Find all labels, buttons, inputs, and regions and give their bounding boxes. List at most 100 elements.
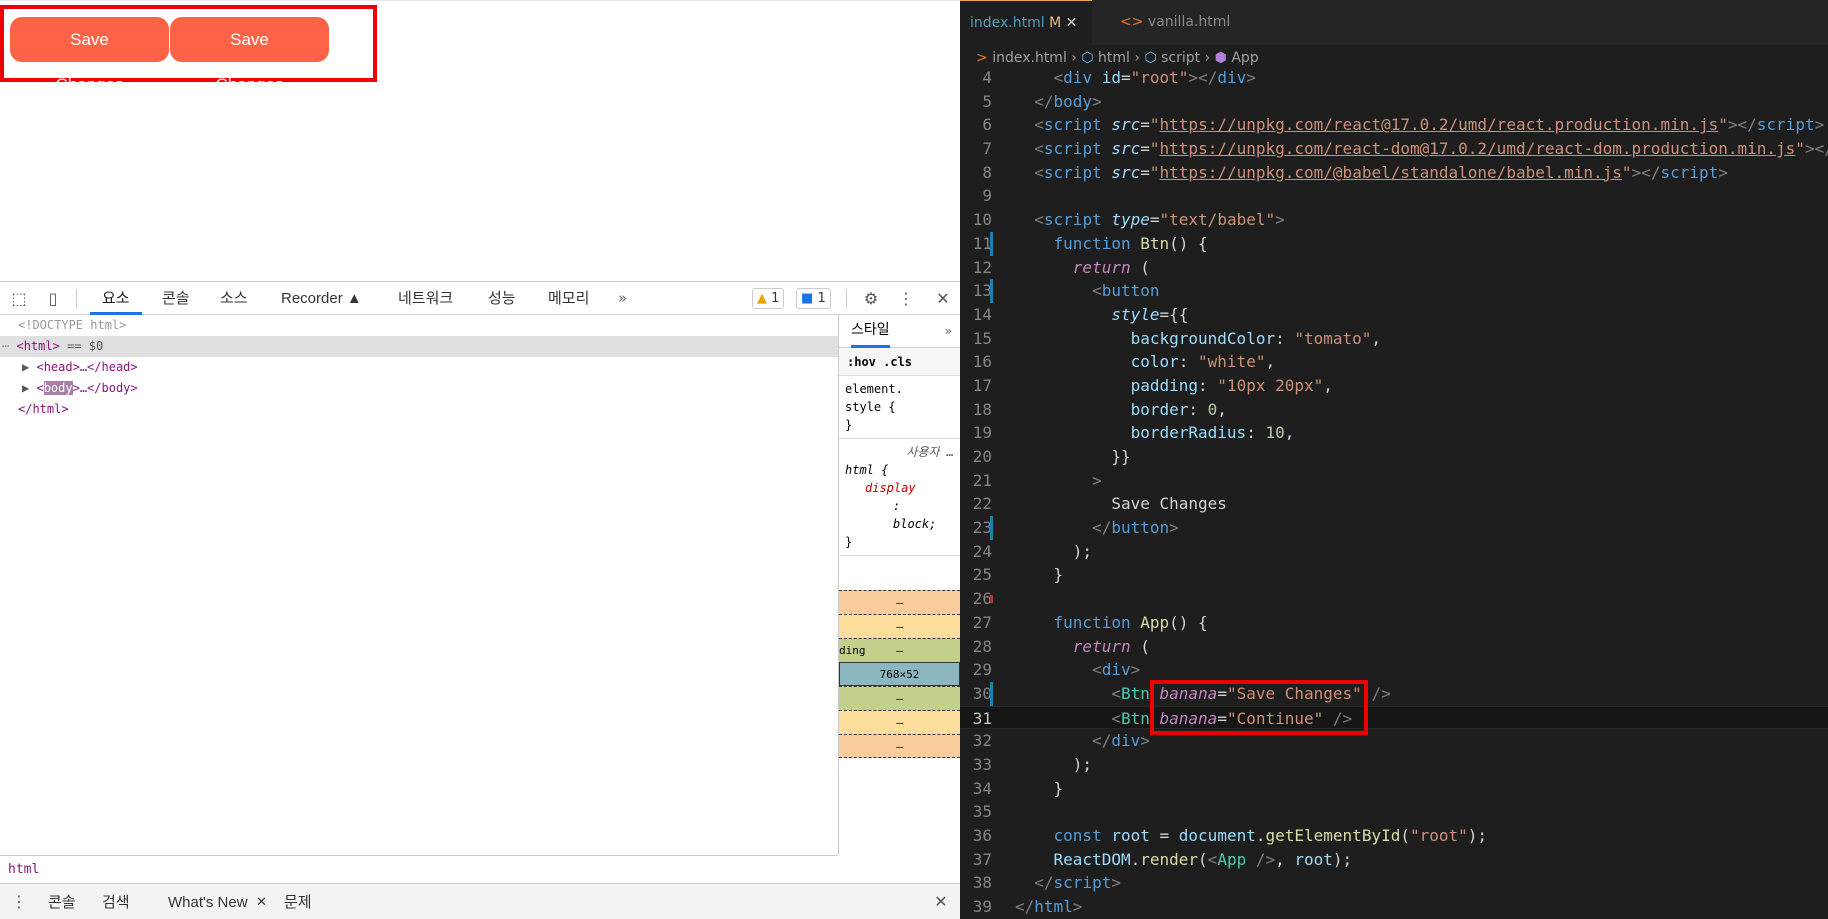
devtools-panel: ⬚ ▯ 요소 콘솔 소스 Recorder ▲ 네트워크 성능 메모리 » ▲ … [0,281,960,919]
toolbar-divider-2 [846,289,847,309]
tab-elements[interactable]: 요소 [90,282,142,315]
warnings-badge[interactable]: ▲ 1 [752,288,785,309]
code-line: 23 </button> [960,516,1828,540]
close-devtools-icon[interactable]: ✕ [932,288,954,310]
rule-selector: element. [845,382,903,396]
toolbar-divider [76,289,77,309]
tree-html-close[interactable]: </html> [0,399,838,420]
code-line: 26 [972,589,993,609]
tab-label: vanilla.html [1147,14,1231,30]
element-style-rule[interactable]: element. style { } [839,376,960,439]
box-margin-bottom[interactable]: – [839,734,960,758]
body-tag-name: body [43,381,73,395]
tab-recorder[interactable]: Recorder ▲ [281,282,362,315]
box-border-top[interactable]: – [839,614,960,638]
ellipsis-icon: ⋯ [2,339,10,353]
box-border-bottom[interactable]: – [839,710,960,734]
chevron-right-icon: › [1071,50,1077,66]
close-tab-icon[interactable]: ✕ [1066,15,1078,31]
element-breadcrumb[interactable]: html [0,855,838,883]
drawer-menu-icon[interactable]: ⋮ [8,891,30,913]
html-user-agent-rule[interactable]: 사용자 … html { display : block; } [839,439,960,556]
code-line-current: 31 <Btn banana="Continue" /> [960,705,1828,730]
save-changes-button-2[interactable]: Save Changes [170,17,329,94]
messages-badge[interactable]: ■ 1 [796,288,831,309]
code-line: 13 <button [960,279,1828,303]
body-open-bracket: < [36,381,44,395]
code-lines[interactable]: 4 <div id="root"></div> 5 </body> 6 <scr… [960,66,1828,919]
code-line: 24 ); [972,541,1093,561]
expand-arrow-icon[interactable]: ▶ [22,381,29,395]
box-padding-bottom[interactable]: – [839,686,960,710]
rule-selector-cont: style { [845,400,896,414]
rule-close: } [845,535,853,549]
box-margin-top[interactable]: – [839,590,960,614]
code-line: 34 } [972,778,1064,798]
save-changes-button-1[interactable]: Save Changes [10,17,169,94]
code-line: 11 function Btn() { [960,231,1828,256]
rule-close: } [845,418,853,432]
tab-index-html[interactable]: index.html M ✕ [960,0,1092,45]
styles-filter[interactable]: :hov .cls [839,348,960,376]
code-line: 25 } [972,565,1064,585]
breadcrumb-script[interactable]: script [1161,50,1200,66]
breadcrumb-html[interactable]: html [1098,50,1130,66]
tree-html-node[interactable]: ⋯ <html> == $0 [0,336,838,357]
tree-body-node[interactable]: ▶ <body>…</body> [0,378,838,399]
box-model: – – ding – 768×52 – – – [839,590,960,758]
code-line: 17 padding: "10px 20px", [972,375,1333,395]
breadcrumb-file[interactable]: index.html [992,50,1067,66]
tree-doctype[interactable]: <!DOCTYPE html> [0,315,838,336]
settings-gear-icon[interactable]: ⚙ [860,288,882,310]
tab-vanilla-html[interactable]: <> vanilla.html [1110,0,1240,45]
code-line: 16 color: "white", [972,352,1276,372]
tab-styles[interactable]: 스타일 [851,315,890,348]
modified-indicator: M [1049,15,1062,31]
tab-sources[interactable]: 소스 [220,282,248,315]
code-line: 35 [972,802,992,822]
devtools-toolbar: ⬚ ▯ 요소 콘솔 소스 Recorder ▲ 네트워크 성능 메모리 » ▲ … [0,282,960,315]
drawer-tab-whats-new[interactable]: What's New [168,884,248,919]
drawer-tab-issues[interactable]: 문제 [284,884,312,919]
tab-console[interactable]: 콘솔 [162,282,190,315]
html-close-tag: </html> [18,402,69,416]
drawer-tab-search[interactable]: 검색 [102,884,130,919]
tab-memory[interactable]: 메모리 [548,282,589,315]
code-line: 32 </div> [972,731,1150,751]
breadcrumb-app[interactable]: App [1231,50,1258,66]
symbol-function-icon: ⬢ [1214,50,1227,66]
tab-label: index.html [970,15,1045,31]
code-line: 4 <div id="root"></div> [982,68,1256,87]
tab-performance[interactable]: 성능 [488,282,516,315]
close-whats-new-icon[interactable]: ✕ [256,884,267,919]
doctype-text: <!DOCTYPE html> [18,318,127,332]
code-line: 19 borderRadius: 10, [972,423,1295,443]
box-content-size[interactable]: 768×52 [839,662,960,686]
tree-head-node[interactable]: ▶ <head>…</head> [0,357,838,378]
code-line: 18 border: 0, [972,399,1227,419]
code-line: 8 <script src="https://unpkg.com/@babel/… [982,162,1728,182]
tab-network[interactable]: 네트워크 [398,282,453,315]
symbol-element-icon: ⬡ [1081,50,1094,66]
code-line: 38 </script> [972,873,1121,893]
expand-arrow-icon[interactable]: ▶ [22,360,29,374]
box-padding-top[interactable]: ding – [839,638,960,662]
code-line: 30 <Btn banana="Save Changes" /> [960,681,1828,706]
drawer-tab-console[interactable]: 콘솔 [48,884,76,919]
code-line: 33 ); [972,754,1093,774]
inspect-element-icon[interactable]: ⬚ [8,288,30,310]
code-line: 37 ReactDOM.render(<App />, root); [972,849,1353,869]
code-line: 36 const root = document.getElementById(… [972,826,1488,845]
padding-top-value: – [896,644,903,657]
code-line: 22 Save Changes [972,494,1227,514]
close-drawer-icon[interactable]: ✕ [930,891,952,913]
banana-prop-highlight-box [1150,680,1368,735]
html-open-tag: <html> [16,339,60,353]
more-style-tabs-button[interactable]: » [945,315,952,348]
warning-icon: ▲ [757,291,767,306]
padding-label: ding [839,644,866,657]
more-options-icon[interactable]: ⋮ [895,288,917,310]
more-tabs-button[interactable]: » [618,282,627,315]
messages-count: 1 [817,291,826,306]
device-toggle-icon[interactable]: ▯ [42,288,64,310]
